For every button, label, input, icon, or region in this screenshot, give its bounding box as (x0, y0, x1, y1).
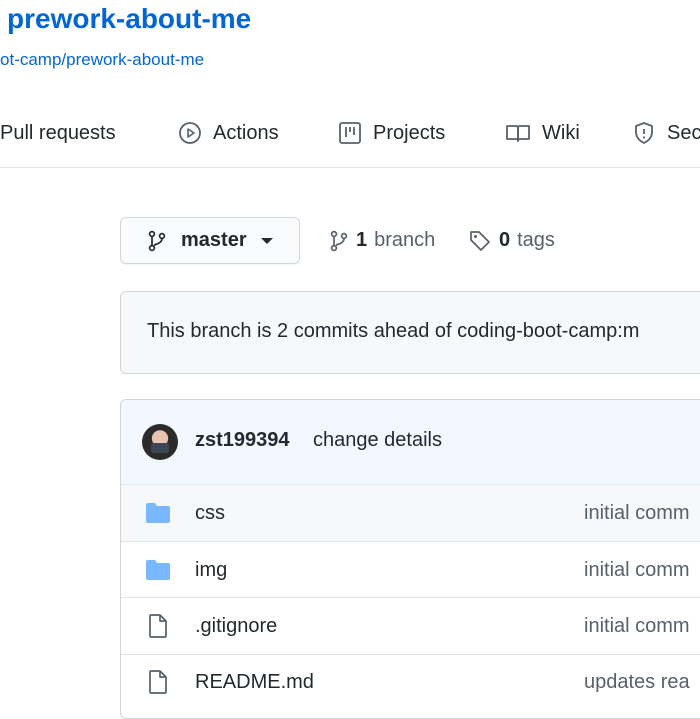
file-last-commit[interactable]: updates rea (584, 671, 690, 694)
commit-message[interactable]: change details (313, 429, 442, 452)
project-icon (339, 122, 361, 144)
tab-actions-label: Actions (213, 121, 279, 144)
book-icon (506, 125, 530, 142)
play-icon (179, 122, 201, 144)
file-name[interactable]: img (195, 559, 227, 582)
file-last-commit[interactable]: initial comm (584, 615, 690, 638)
tab-pull-requests-label: Pull requests (0, 121, 116, 144)
commit-author[interactable]: zst199394 (195, 429, 290, 452)
file-name[interactable]: .gitignore (195, 615, 277, 638)
file-last-commit[interactable]: initial comm (584, 559, 690, 582)
tab-wiki[interactable]: Wiki (505, 108, 580, 158)
tab-wiki-label: Wiki (542, 121, 580, 144)
git-branch-icon (148, 230, 166, 251)
tag-count-label: tags (517, 229, 555, 251)
repo-title[interactable]: prework-about-me (7, 3, 251, 35)
tag-count: 0 (499, 229, 511, 251)
file-name[interactable]: README.md (195, 671, 314, 694)
fork-source-link[interactable]: ot-camp/prework-about-me (0, 50, 204, 70)
tab-security-label: Sec (667, 121, 700, 144)
branch-compare-text: This branch is 2 commits ahead of coding… (147, 320, 640, 342)
tab-pull-requests[interactable]: Pull requests (0, 108, 116, 158)
folder-icon (146, 503, 170, 523)
tab-actions[interactable]: Actions (178, 108, 279, 158)
nav-divider (0, 167, 700, 168)
repo-nav: Pull requests Actions Projects Wiki Sec (0, 108, 700, 158)
branches-link[interactable]: 1 branch (330, 229, 435, 252)
tab-projects[interactable]: Projects (338, 108, 445, 158)
branch-count-label: branch (374, 229, 436, 251)
shield-icon (635, 122, 653, 144)
file-last-commit[interactable]: initial comm (584, 502, 690, 525)
tags-link[interactable]: 0 tags (469, 229, 555, 252)
branch-select-button[interactable]: master (120, 217, 300, 264)
folder-icon (146, 560, 170, 580)
current-branch-name: master (181, 229, 247, 251)
file-name[interactable]: css (195, 502, 225, 525)
git-branch-icon (330, 230, 348, 251)
file-icon (149, 614, 167, 638)
tab-projects-label: Projects (373, 121, 446, 144)
chevron-down-icon (260, 237, 273, 244)
avatar[interactable] (142, 424, 178, 460)
file-icon (149, 670, 167, 694)
tag-icon (470, 230, 490, 251)
tab-security[interactable]: Sec (632, 108, 700, 158)
branch-count: 1 (356, 229, 368, 251)
